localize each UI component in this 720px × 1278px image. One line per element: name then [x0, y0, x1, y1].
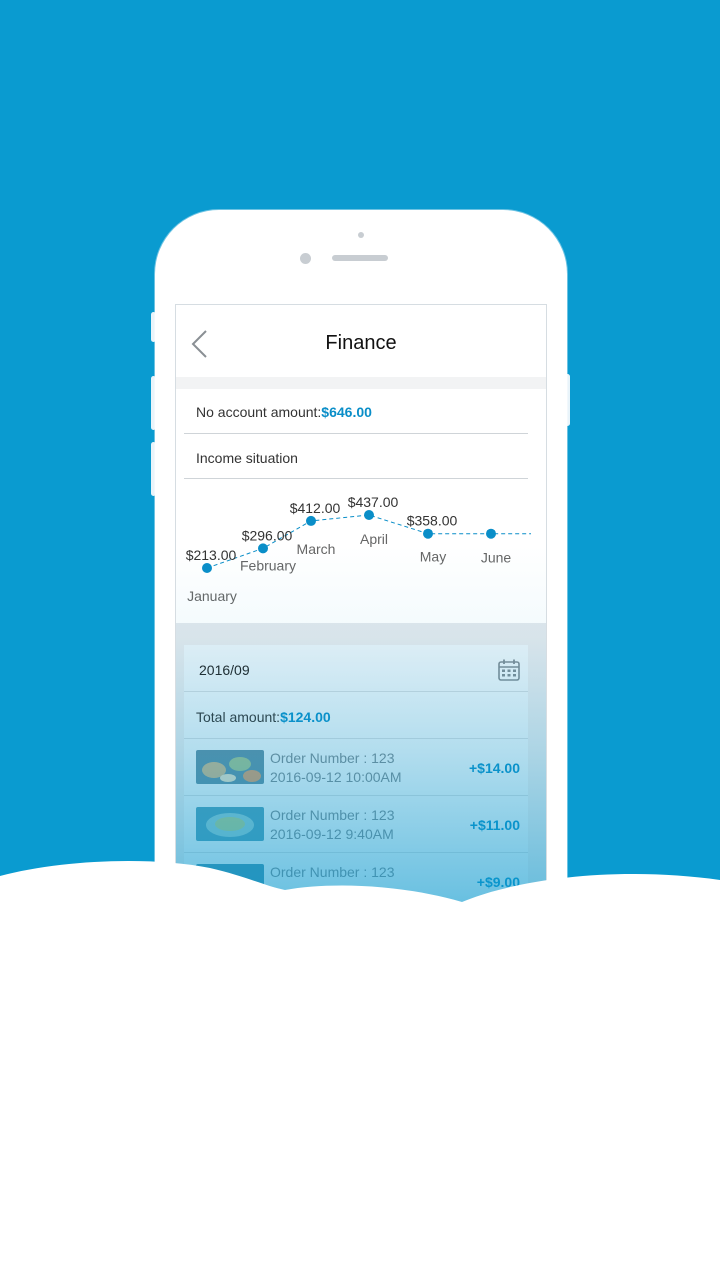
data-point [258, 543, 268, 554]
total-amount: Total amount:$124.00 [196, 709, 331, 725]
data-label: $437.00 [348, 494, 399, 510]
x-tick-label: February [240, 557, 296, 573]
food-thumbnail [196, 864, 264, 898]
data-label: $412.00 [290, 500, 341, 516]
x-tick-label: May [420, 549, 446, 565]
order-time: 2016-09-12 9:40AM [270, 826, 394, 842]
total-amount-row: Total amount:$124.00 [184, 692, 528, 739]
data-point [423, 528, 433, 539]
x-tick-label: April [360, 531, 388, 547]
no-account-label: No account amount: [196, 404, 322, 420]
data-point [202, 563, 212, 573]
data-point [486, 528, 496, 539]
nav-bar: Finance [176, 305, 546, 377]
page-title: Finance [325, 332, 397, 354]
data-label: $213.00 [186, 547, 237, 563]
calendar-icon[interactable] [497, 658, 521, 682]
statement-header: 2016/09 [184, 645, 528, 692]
order-amount: +$9.00 [476, 874, 520, 890]
food-thumbnail [196, 807, 264, 841]
x-tick-label: March [297, 541, 336, 557]
order-number: Order Number : 123 [270, 750, 395, 766]
x-tick-label: June [481, 550, 512, 566]
order-item[interactable]: Order Number : 123 2016-09-12 9:40AM +$1… [184, 796, 528, 853]
no-account-amount: No account amount:$646.00 [196, 404, 372, 420]
order-number: Order Number : 123 [270, 864, 395, 880]
order-item[interactable]: Order Number : 123 +$9.00 [184, 853, 528, 910]
data-point [364, 510, 374, 520]
app-screen: Finance No account amount:$646.00 Income… [175, 304, 547, 1006]
order-amount: +$11.00 [469, 817, 520, 833]
divider-band [176, 377, 546, 389]
income-line-chart: $213.00 January $296.00 February $412.00 Marc… [186, 494, 531, 604]
income-situation-label: Income situation [196, 450, 298, 466]
order-item[interactable]: Order Number : 123 2016-09-12 10:00AM +$… [184, 739, 528, 796]
proximity-sensor [358, 232, 364, 238]
total-label: Total amount: [196, 709, 281, 725]
data-label: $296.00 [242, 527, 293, 543]
order-number: Order Number : 123 [270, 807, 395, 823]
earpiece-speaker [332, 255, 388, 261]
front-camera [300, 253, 311, 264]
total-value: $124.00 [280, 709, 331, 725]
statement-card: 2016/09 Total amount:$124.00 Order Numbe… [184, 645, 528, 1005]
order-amount: +$14.00 [469, 760, 520, 776]
order-time: 2016-09-12 10:00AM [270, 769, 402, 785]
data-point [306, 515, 316, 526]
income-situation-row[interactable]: Income situation [184, 434, 528, 479]
food-thumbnail [196, 750, 264, 784]
no-account-row: No account amount:$646.00 [184, 389, 528, 434]
no-account-value: $646.00 [321, 404, 372, 420]
statement-month: 2016/09 [199, 662, 250, 678]
data-label: $358.00 [407, 513, 458, 529]
x-tick-label: January [187, 588, 237, 604]
